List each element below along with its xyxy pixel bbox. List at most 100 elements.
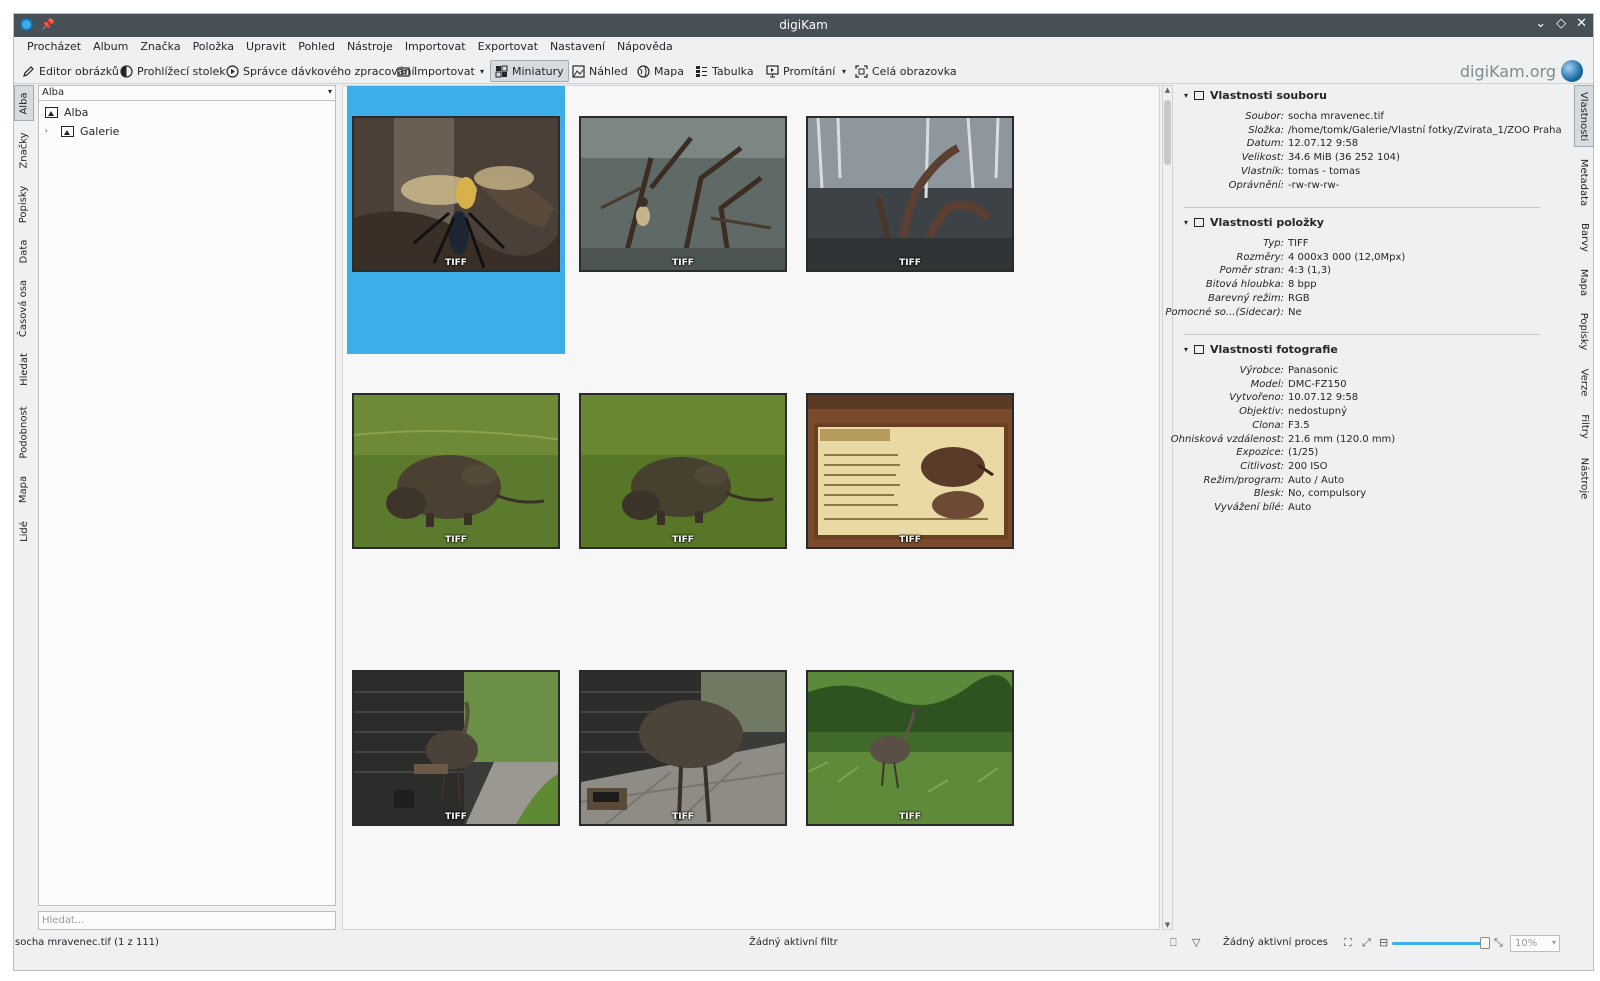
thumbnail-scrollbar[interactable]: ▲ ▼ bbox=[1162, 85, 1173, 930]
import-button[interactable]: Importovat bbox=[393, 60, 479, 82]
menu-nastaveni[interactable]: Nastavení bbox=[544, 37, 611, 57]
thumbnail-item[interactable]: TIFF bbox=[574, 640, 792, 908]
tab-podobnost[interactable]: Podobnost bbox=[14, 397, 34, 467]
menu-napoveda[interactable]: Nápověda bbox=[611, 37, 679, 57]
tab-verze[interactable]: Verze bbox=[1574, 361, 1594, 403]
fullscreen-button[interactable]: Celá obrazovka bbox=[851, 60, 961, 82]
menu-importovat[interactable]: Importovat bbox=[399, 37, 472, 57]
lock-icon[interactable]: ⎕ bbox=[1170, 936, 1177, 950]
thumbnail-image[interactable]: TIFF bbox=[579, 116, 787, 272]
chevron-down-icon: ▾ bbox=[327, 87, 332, 96]
close-icon[interactable]: ✕ bbox=[1576, 16, 1587, 31]
thumbnail-image[interactable]: TIFF bbox=[806, 393, 1014, 549]
map-view-button[interactable]: Mapa bbox=[633, 60, 688, 82]
filter-icon[interactable]: ▽ bbox=[1192, 936, 1200, 949]
tab-nastroje[interactable]: Nástroje bbox=[1574, 451, 1594, 505]
thumbnail-image[interactable]: TIFF bbox=[352, 670, 560, 826]
menu-upravit[interactable]: Upravit bbox=[240, 37, 292, 57]
section-header-file-section[interactable]: ▾ Vlastnosti souboru bbox=[1184, 89, 1327, 102]
thumbnail-image[interactable]: TIFF bbox=[806, 670, 1014, 826]
section-header-photo-section[interactable]: ▾ Vlastnosti fotografie bbox=[1184, 343, 1338, 356]
property-value: -rw-rw-rw- bbox=[1288, 179, 1340, 191]
import-dropdown-arrow[interactable]: ▾ bbox=[476, 60, 488, 82]
tab-metadata-label: Metadata bbox=[1578, 158, 1590, 206]
tab-casova-osa[interactable]: Časová osa bbox=[14, 275, 34, 341]
tab-casova-osa-label: Časová osa bbox=[18, 279, 30, 337]
tree-item-galerie[interactable]: › Galerie bbox=[45, 122, 119, 140]
tab-mapa[interactable]: Mapa bbox=[14, 469, 34, 509]
thumbnail-image[interactable]: TIFF bbox=[352, 116, 560, 272]
thumbnail-image[interactable]: TIFF bbox=[579, 393, 787, 549]
zoom-actual-icon[interactable]: ⤢ bbox=[1362, 936, 1371, 950]
maximize-icon[interactable]: ◇ bbox=[1556, 16, 1566, 31]
thumbnail-item[interactable]: TIFF bbox=[347, 640, 565, 908]
tab-popisky[interactable]: Popisky bbox=[14, 179, 34, 229]
selection-status: socha mravenec.tif (1 z 111) bbox=[15, 937, 159, 948]
tab-filtry[interactable]: Filtry bbox=[1574, 405, 1594, 447]
table-view-button[interactable]: Tabulka bbox=[691, 60, 758, 82]
tab-data[interactable]: Data bbox=[14, 231, 34, 271]
scrollbar-handle[interactable] bbox=[1164, 100, 1171, 165]
minimize-icon[interactable]: ⌄ bbox=[1535, 16, 1546, 31]
menu-exportovat[interactable]: Exportovat bbox=[472, 37, 544, 57]
thumbnail-item[interactable]: TIFF bbox=[801, 86, 1019, 354]
album-search-input[interactable]: Hledat... bbox=[38, 911, 336, 930]
collapse-arrow-icon[interactable]: ▾ bbox=[1184, 218, 1188, 227]
expand-arrow-icon[interactable]: › bbox=[45, 127, 55, 135]
tab-lide[interactable]: Lidé bbox=[14, 513, 34, 549]
tab-znacky[interactable]: Značky bbox=[14, 125, 34, 175]
photo-capybara-grass-1 bbox=[354, 395, 558, 547]
preview-view-button[interactable]: Náhled bbox=[568, 60, 632, 82]
tab-metadata[interactable]: Metadata bbox=[1574, 151, 1594, 213]
thumbnail-image[interactable]: TIFF bbox=[352, 393, 560, 549]
menu-pohled[interactable]: Pohled bbox=[292, 37, 341, 57]
thumbnail-item[interactable]: TIFF bbox=[574, 363, 792, 631]
thumbnail-item[interactable]: TIFF bbox=[801, 363, 1019, 631]
digikam-brand[interactable]: digiKam.org bbox=[1460, 60, 1583, 82]
collapse-arrow-icon[interactable]: ▾ bbox=[1184, 345, 1188, 354]
menu-nastroje[interactable]: Nástroje bbox=[341, 37, 399, 57]
tab-popisky-right-label: Popisky bbox=[1578, 312, 1590, 350]
zoom-out-icon[interactable]: ⊟ bbox=[1379, 936, 1388, 949]
zoom-in-icon[interactable]: ⤡ bbox=[1494, 936, 1503, 950]
slideshow-button[interactable]: Promítání bbox=[762, 60, 839, 82]
slideshow-dropdown-arrow[interactable]: ▾ bbox=[838, 60, 850, 82]
tab-barvy[interactable]: Barvy bbox=[1574, 215, 1594, 259]
property-label: Soubor: bbox=[1245, 111, 1284, 122]
zoom-slider[interactable] bbox=[1392, 942, 1487, 945]
photo-monkey-branches bbox=[581, 118, 785, 270]
batch-queue-button[interactable]: Správce dávkového zpracování bbox=[222, 60, 419, 82]
thumbnail-item[interactable]: TIFF bbox=[347, 86, 565, 354]
album-root-combo[interactable]: Alba ▾ bbox=[38, 85, 336, 101]
thumbnail-item[interactable]: TIFF bbox=[347, 363, 565, 631]
thumbnail-image[interactable]: TIFF bbox=[579, 670, 787, 826]
tab-alba[interactable]: Alba bbox=[14, 85, 34, 121]
thumbnail-image[interactable]: TIFF bbox=[806, 116, 1014, 272]
light-table-button[interactable]: Prohlížecí stolek bbox=[116, 60, 230, 82]
tab-popisky-right[interactable]: Popisky bbox=[1574, 305, 1594, 357]
menu-album[interactable]: Album bbox=[87, 37, 134, 57]
tab-mapa-right[interactable]: Mapa bbox=[1574, 261, 1594, 303]
import-label: Importovat bbox=[414, 64, 475, 78]
property-value: DMC-FZ150 bbox=[1288, 378, 1347, 390]
menu-polozka[interactable]: Položka bbox=[187, 37, 240, 57]
chevron-down-icon[interactable]: ▾ bbox=[1552, 938, 1556, 947]
menu-znacka[interactable]: Značka bbox=[134, 37, 186, 57]
thumbnail-item[interactable]: TIFF bbox=[574, 86, 792, 354]
zoom-level-input[interactable]: 10% ▾ bbox=[1510, 935, 1560, 952]
scroll-down-icon[interactable]: ▼ bbox=[1163, 921, 1172, 929]
collapse-arrow-icon[interactable]: ▾ bbox=[1184, 91, 1188, 100]
image-editor-button[interactable]: Editor obrázků bbox=[18, 60, 123, 82]
thumbnails-view-button[interactable]: Miniatury bbox=[490, 60, 569, 82]
photo-emu-shed-2 bbox=[581, 672, 785, 824]
tab-vlastnosti[interactable]: Vlastnosti bbox=[1574, 85, 1594, 147]
tree-item-alba[interactable]: Alba bbox=[45, 103, 88, 121]
zoom-fit-icon[interactable]: ⛶ bbox=[1344, 936, 1352, 950]
tab-hledat[interactable]: Hledat bbox=[14, 345, 34, 393]
file-format-badge: TIFF bbox=[445, 812, 467, 822]
section-header-item-section[interactable]: ▾ Vlastnosti položky bbox=[1184, 216, 1324, 229]
thumbnail-item[interactable]: TIFF bbox=[801, 640, 1019, 908]
zoom-slider-handle[interactable] bbox=[1480, 937, 1490, 949]
scroll-up-icon[interactable]: ▲ bbox=[1163, 86, 1172, 94]
menu-prochazet[interactable]: Procházet bbox=[21, 37, 87, 57]
